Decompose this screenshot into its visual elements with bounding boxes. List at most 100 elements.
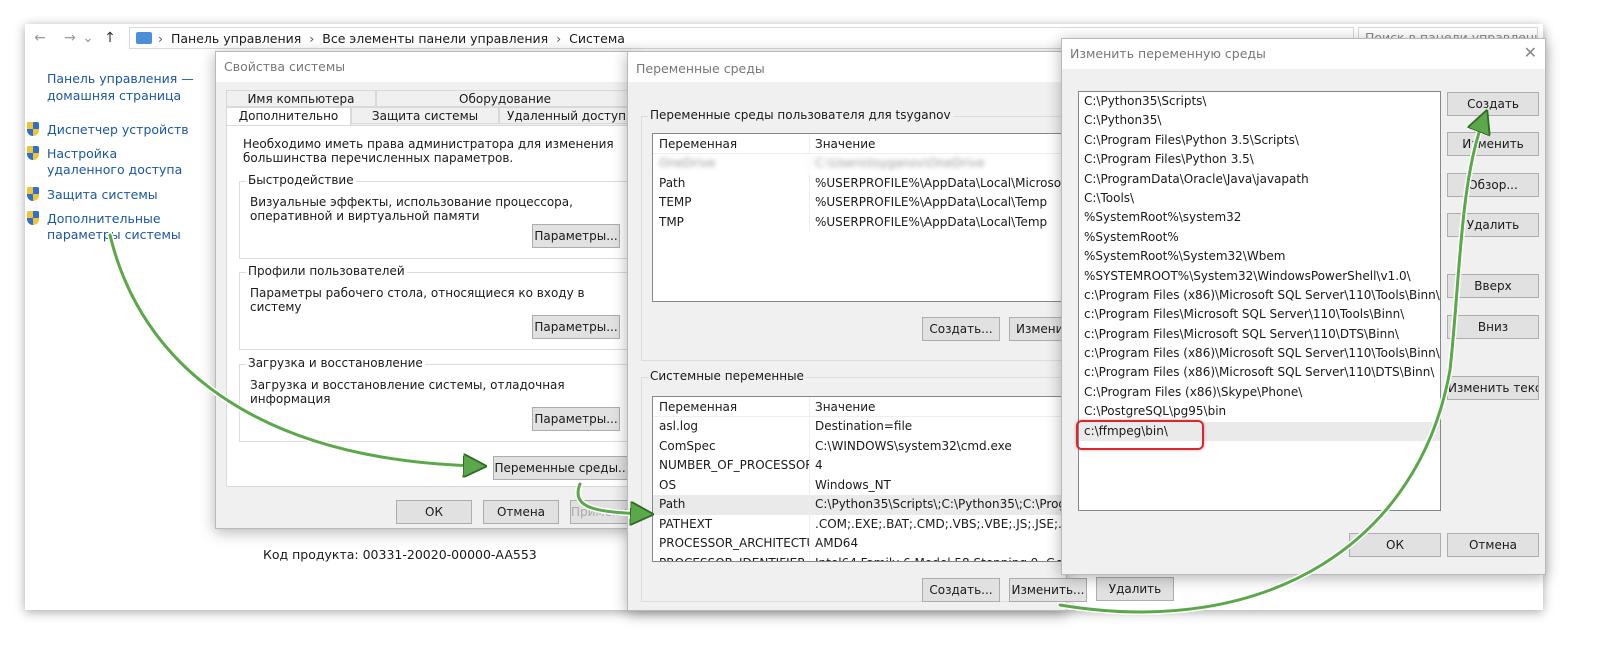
list-item[interactable]: c:\Program Files (x86)\Microsoft SQL Ser… [1079,286,1440,305]
profiles-settings-button[interactable]: Параметры... [532,315,620,339]
table-row[interactable]: asl.log Destination=file [653,417,1068,437]
environment-variables-button[interactable]: Переменные среды... [493,456,631,480]
table-row[interactable]: TEMP %USERPROFILE%\AppData\Local\Temp [653,193,1068,213]
system-create-button[interactable]: Создать... [922,578,1000,602]
system-edit-button[interactable]: Изменить... [1009,578,1087,602]
list-item[interactable]: C:\Python35\ [1079,111,1440,130]
up-icon[interactable]: ↑ [99,30,121,46]
create-entry-button[interactable]: Создать [1447,92,1539,116]
delete-entry-button[interactable]: Удалить [1447,213,1539,237]
edit-text-button[interactable]: Изменить текст... [1447,376,1539,400]
column-header[interactable]: Переменная [653,134,810,153]
table-row[interactable]: PROCESSOR_ARCHITECTURE AMD64 [653,534,1068,554]
nav-system-protection[interactable]: Защита системы [25,187,225,203]
forward-icon[interactable]: → [59,30,81,46]
list-item[interactable]: c:\Program Files\Microsoft SQL Server\11… [1079,305,1440,324]
list-item[interactable]: %SYSTEMROOT%\System32\WindowsPowerShell\… [1079,267,1440,286]
close-icon[interactable]: ✕ [1524,43,1537,62]
column-header[interactable]: Значение [810,134,1068,153]
nav-item-label: Диспетчер устройств [47,122,189,137]
list-item[interactable]: C:\PostgreSQL\pg95\bin [1079,402,1440,421]
performance-settings-button[interactable]: Параметры... [532,224,620,248]
list-item[interactable]: C:\ProgramData\Oracle\Java\javapath [1079,170,1440,189]
nav-remote-settings[interactable]: Настройка удаленного доступа [25,146,185,178]
list-item[interactable]: C:\Program Files\Python 3.5\Scripts\ [1079,131,1440,150]
move-down-button[interactable]: Вниз [1447,315,1539,339]
var-value: C:\Users\tsyganov\OneDrive [815,156,985,170]
table-row[interactable]: PATHEXT .COM;.EXE;.BAT;.CMD;.VBS;.VBE;.JS… [653,514,1068,534]
nav-device-manager[interactable]: Диспетчер устройств [25,122,225,138]
var-value: %USERPROFILE%\AppData\Local\Temp [815,214,1048,229]
system-properties-dialog: Свойства системы Имя компьютера Оборудов… [215,51,639,529]
list-item[interactable]: %SystemRoot% [1079,228,1440,247]
table-row[interactable]: PROCESSOR_IDENTIFIERIntel64 Family 6 Mod… [653,553,1068,562]
list-item[interactable]: C:\Tools\ [1079,189,1440,208]
startup-settings-button[interactable]: Параметры... [532,407,620,431]
list-item[interactable]: c:\Program Files (x86)\Microsoft SQL Ser… [1079,363,1440,382]
nav-advanced-settings[interactable]: Дополнительные параметры системы [25,211,220,243]
list-item[interactable]: C:\Program Files (x86)\Skype\Phone\ [1079,383,1440,402]
breadcrumb-all-items[interactable]: Все элементы панели управления [322,31,548,46]
edit-entry-button[interactable]: Изменить [1447,132,1539,156]
list-item[interactable]: c:\Program Files (x86)\Microsoft SQL Ser… [1079,344,1440,363]
tab-hardware[interactable]: Оборудование [376,90,634,107]
tab-system-protection[interactable]: Защита системы [351,107,499,124]
group-label: Профили пользователей [246,264,407,278]
nav-item-label: Защита системы [47,187,158,202]
profiles-group: Профили пользователей Параметры рабочего… [239,264,639,350]
var-name: Path [653,173,810,193]
var-name: PATHEXT [653,514,810,534]
var-value: 4 [815,458,823,472]
system-variables-list[interactable]: Переменная Значение asl.log Destination=f… [652,396,1068,562]
var-name: NUMBER_OF_PROCESSORS [653,456,810,476]
column-header[interactable]: Значение [810,397,1068,416]
nav-home-link[interactable]: Панель управления — домашняя страница [47,70,222,104]
advanced-tab-pane: Необходимо иметь права администратора дл… [226,125,639,487]
list-item[interactable]: C:\Program Files\Python 3.5\ [1079,150,1440,169]
user-variables-list[interactable]: Переменная Значение OneDrive C:\Users\ts… [652,133,1068,302]
cancel-button[interactable]: Отмена [483,500,559,524]
table-row[interactable]: Path %USERPROFILE%\AppData\Local\Microso… [653,173,1068,193]
system-delete-button[interactable]: Удалить [1096,577,1174,601]
table-row[interactable]: OS Windows_NT [653,475,1068,495]
back-icon[interactable]: ← [29,30,51,46]
tab-computer-name[interactable]: Имя компьютера [226,90,376,107]
nav-item-label: Дополнительные параметры системы [47,211,181,242]
table-row[interactable]: ComSpec C:\WINDOWS\system32\cmd.exe [653,436,1068,456]
browse-button[interactable]: Обзор... [1447,173,1539,197]
edit-variable-dialog: Изменить переменную среды ✕ C:\Python35\… [1061,38,1546,575]
column-header[interactable]: Переменная [653,397,810,416]
startup-group: Загрузка и восстановление Загрузка и вос… [239,356,639,442]
var-name: OS [653,475,810,495]
cancel-button[interactable]: Отмена [1447,533,1539,557]
table-row[interactable]: NUMBER_OF_PROCESSORS 4 [653,456,1068,476]
list-item[interactable]: C:\Python35\Scripts\ [1079,92,1440,111]
list-item[interactable]: c:\Program Files\Microsoft SQL Server\11… [1079,325,1440,344]
highlight-frame [1076,420,1204,450]
list-item[interactable]: %SystemRoot%\System32\Wbem [1079,247,1440,266]
list-item[interactable]: %SystemRoot%\system32 [1079,208,1440,227]
ok-button[interactable]: ОК [1349,533,1441,557]
breadcrumb-system[interactable]: Система [569,31,625,46]
group-label: Быстродействие [246,173,356,187]
var-name: TEMP [653,193,810,213]
recent-dropdown-icon[interactable]: ⌄ [81,30,95,46]
table-row[interactable]: OneDrive C:\Users\tsyganov\OneDrive [653,154,1068,174]
apply-button[interactable]: Применить [570,500,634,524]
var-value: Intel64 Family 6 Model 58 Stepping 9, Ge… [810,554,1068,562]
chevron-right-icon: › [309,30,315,46]
group-description: Параметры рабочего стола, относящиеся ко… [250,286,585,314]
tab-advanced[interactable]: Дополнительно [226,107,351,126]
breadcrumb-control-panel[interactable]: Панель управления [171,31,301,46]
tab-remote-access[interactable]: Удаленный доступ [499,107,634,124]
user-create-button[interactable]: Создать... [922,317,1000,341]
user-edit-button[interactable]: Изменить... [1009,317,1068,341]
move-up-button[interactable]: Вверх [1447,274,1539,298]
chevron-right-icon: › [158,30,163,46]
group-label: Загрузка и восстановление [246,356,425,370]
list-header: Переменная Значение [653,134,1068,154]
table-row[interactable]: TMP %USERPROFILE%\AppData\Local\Temp [653,212,1068,232]
ok-button[interactable]: ОК [396,500,472,524]
table-row-selected[interactable]: Path C:\Python35\Scripts\;C:\Python35\;C:… [653,495,1068,515]
group-description: Загрузка и восстановление системы, отлад… [250,378,565,406]
